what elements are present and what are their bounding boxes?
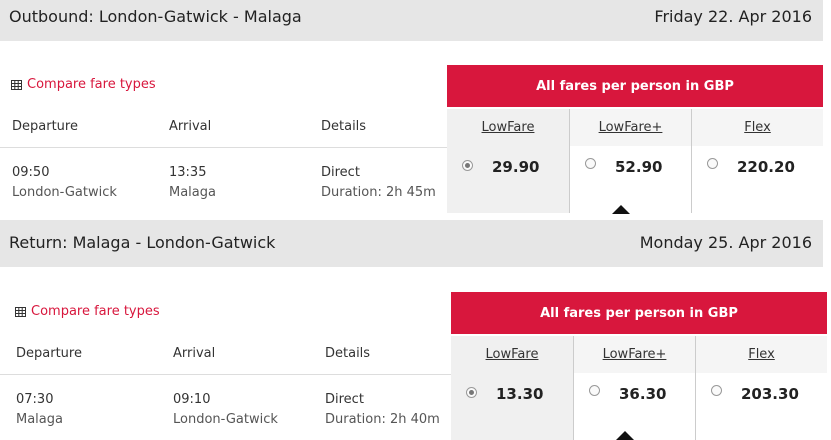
flight-type: Direct bbox=[321, 165, 360, 180]
fare-cell-lowfare-plus[interactable]: 52.90 bbox=[569, 146, 691, 213]
fare-cell-lowfare-plus[interactable]: 36.30 bbox=[573, 373, 695, 440]
fares-banner: All fares per person in GBP bbox=[447, 65, 823, 107]
price-flex: 220.20 bbox=[737, 158, 795, 176]
departure-time: 07:30 bbox=[16, 392, 54, 407]
radio-flex[interactable] bbox=[707, 158, 718, 169]
outbound-date: Friday 22. Apr 2016 bbox=[654, 7, 812, 26]
tab-flex-label: Flex bbox=[748, 347, 775, 362]
details-column-header: Details bbox=[325, 346, 371, 361]
outbound-section: Outbound: London-Gatwick - Malaga Friday… bbox=[0, 0, 831, 215]
arrival-time: 09:10 bbox=[173, 392, 211, 407]
radio-lowfare-plus[interactable] bbox=[585, 158, 596, 169]
tab-lowfare-plus[interactable]: LowFare+ bbox=[569, 109, 691, 146]
fare-cell-lowfare[interactable]: 29.90 bbox=[447, 146, 569, 213]
arrival-place: Malaga bbox=[169, 185, 216, 200]
price-lowfare-plus: 52.90 bbox=[615, 158, 663, 176]
radio-lowfare-plus[interactable] bbox=[589, 385, 600, 396]
tab-lowfare-label: LowFare bbox=[481, 120, 535, 135]
tab-lowfare-plus-label: LowFare+ bbox=[602, 347, 667, 362]
price-lowfare: 29.90 bbox=[492, 158, 540, 176]
fare-cell-flex[interactable]: 220.20 bbox=[691, 146, 823, 213]
departure-time: 09:50 bbox=[12, 165, 50, 180]
details-column-header: Details bbox=[321, 119, 367, 134]
arrival-column-header: Arrival bbox=[173, 346, 216, 361]
column-header-divider bbox=[0, 147, 447, 148]
radio-lowfare[interactable] bbox=[462, 160, 473, 171]
price-lowfare: 13.30 bbox=[496, 385, 544, 403]
arrival-column-header: Arrival bbox=[169, 119, 212, 134]
return-title: Return: Malaga - London-Gatwick bbox=[9, 233, 276, 252]
compare-fare-types-label: Compare fare types bbox=[27, 77, 156, 92]
tab-lowfare-plus[interactable]: LowFare+ bbox=[573, 336, 695, 373]
outbound-title: Outbound: London-Gatwick - Malaga bbox=[9, 7, 302, 26]
outbound-header: Outbound: London-Gatwick - Malaga Friday… bbox=[0, 0, 823, 41]
triangle-up-icon bbox=[612, 205, 630, 214]
table-grid-icon bbox=[11, 79, 22, 90]
radio-lowfare[interactable] bbox=[466, 387, 477, 398]
arrival-time: 13:35 bbox=[169, 165, 207, 180]
departure-column-header: Departure bbox=[12, 119, 78, 134]
triangle-up-icon bbox=[616, 431, 634, 440]
tab-lowfare-label: LowFare bbox=[485, 347, 539, 362]
price-flex: 203.30 bbox=[741, 385, 799, 403]
tab-lowfare[interactable]: LowFare bbox=[447, 109, 569, 146]
fare-cell-flex[interactable]: 203.30 bbox=[695, 373, 827, 440]
return-header: Return: Malaga - London-Gatwick Monday 2… bbox=[0, 220, 823, 267]
compare-fare-types-label: Compare fare types bbox=[31, 304, 160, 319]
departure-place: London-Gatwick bbox=[12, 185, 117, 200]
tab-flex[interactable]: Flex bbox=[691, 109, 823, 146]
tab-lowfare[interactable]: LowFare bbox=[451, 336, 573, 373]
radio-flex[interactable] bbox=[711, 385, 722, 396]
flight-type: Direct bbox=[325, 392, 364, 407]
arrival-place: London-Gatwick bbox=[173, 412, 278, 427]
flight-duration: Duration: 2h 40m bbox=[325, 412, 440, 427]
fare-cell-lowfare[interactable]: 13.30 bbox=[451, 373, 573, 440]
tab-flex-label: Flex bbox=[744, 120, 771, 135]
price-lowfare-plus: 36.30 bbox=[619, 385, 667, 403]
tab-lowfare-plus-label: LowFare+ bbox=[598, 120, 663, 135]
column-header-divider bbox=[0, 374, 451, 375]
table-grid-icon bbox=[15, 306, 26, 317]
flight-duration: Duration: 2h 45m bbox=[321, 185, 436, 200]
outbound-compare-fare-types-link[interactable]: Compare fare types bbox=[11, 77, 156, 92]
return-compare-fare-types-link[interactable]: Compare fare types bbox=[15, 304, 160, 319]
departure-place: Malaga bbox=[16, 412, 63, 427]
fares-banner: All fares per person in GBP bbox=[451, 292, 827, 334]
return-section: Return: Malaga - London-Gatwick Monday 2… bbox=[0, 220, 831, 440]
tab-flex[interactable]: Flex bbox=[695, 336, 827, 373]
return-date: Monday 25. Apr 2016 bbox=[639, 233, 812, 252]
departure-column-header: Departure bbox=[16, 346, 82, 361]
